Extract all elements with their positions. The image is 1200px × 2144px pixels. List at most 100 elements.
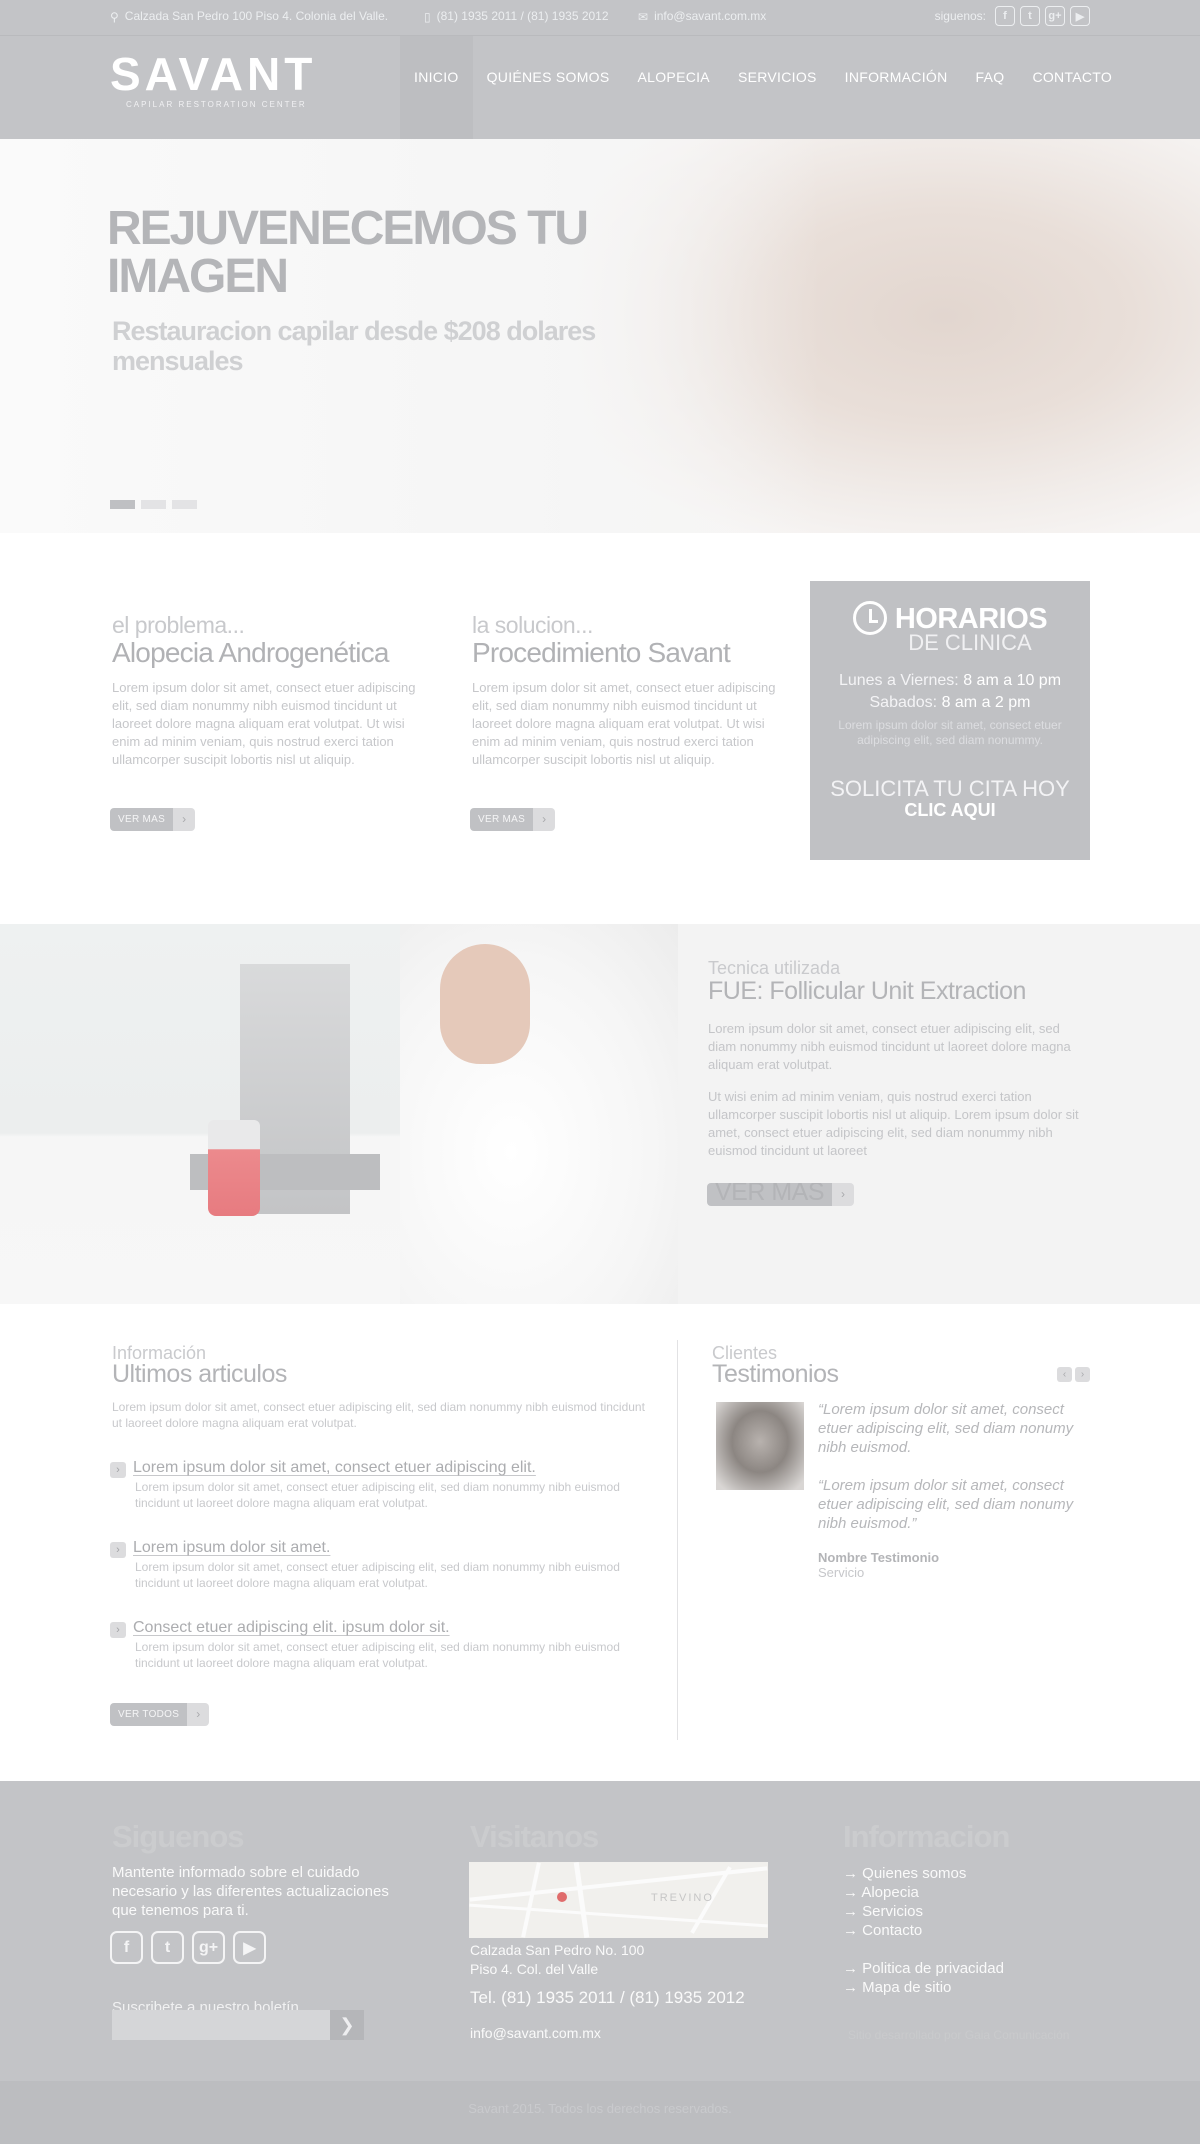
location-map[interactable]: TREVINO xyxy=(469,1862,768,1938)
slider-dot-3[interactable] xyxy=(172,500,197,509)
solution-more-button[interactable]: VER MAS › xyxy=(470,808,556,831)
location-pin-icon: ⚲ xyxy=(110,10,119,24)
weekday-hours: Lunes a Viernes: 8 am a 10 pm xyxy=(838,672,1062,689)
footer-follow-title: Siguenos xyxy=(112,1819,245,1854)
testimonial-avatar xyxy=(716,1402,804,1490)
twitter-icon[interactable]: t xyxy=(1020,6,1040,26)
footer-visit-title: Visitanos xyxy=(470,1819,599,1854)
article-desc: Lorem ipsum dolor sit amet, consect etue… xyxy=(135,1640,620,1670)
nav-servicios[interactable]: SERVICIOS xyxy=(724,36,831,139)
article-desc: Lorem ipsum dolor sit amet, consect etue… xyxy=(135,1560,620,1590)
chevron-right-icon[interactable]: › xyxy=(173,808,196,831)
technique-more-button[interactable]: VER MAS › xyxy=(707,1183,855,1206)
footer-link-servicios[interactable]: Servicios xyxy=(843,1902,1004,1921)
all-articles-button[interactable]: VER TODOS › xyxy=(110,1703,210,1726)
chevron-right-icon: › xyxy=(110,1462,126,1478)
address-text: Calzada San Pedro 100 Piso 4. Colonia de… xyxy=(124,9,389,23)
logo-name[interactable]: SAVANT xyxy=(110,50,316,98)
email-text[interactable]: info@savant.com.mx xyxy=(654,9,766,23)
technique-kicker: Tecnica utilizada xyxy=(708,958,841,978)
nav-inicio[interactable]: INICIO xyxy=(400,36,473,139)
twitter-icon[interactable]: t xyxy=(151,1931,184,1964)
copyright-bar: Savant 2015. Todos los derechos reservad… xyxy=(0,2081,1200,2144)
testimonial-service: Servicio xyxy=(818,1565,865,1580)
footer-address-1: Calzada San Pedro No. 100 xyxy=(470,1942,645,1958)
youtube-icon[interactable]: ▶ xyxy=(233,1931,266,1964)
footer-email[interactable]: info@savant.com.mx xyxy=(470,2024,601,2043)
nav-informacion[interactable]: INFORMACIÓN xyxy=(831,36,962,139)
scientist-head xyxy=(440,944,530,1064)
email-info[interactable]: ✉ info@savant.com.mx xyxy=(638,9,766,24)
hero-slider: REJUVENECEMOS TU IMAGEN Restauracion cap… xyxy=(0,139,1200,533)
button-label[interactable]: VER TODOS xyxy=(110,1703,188,1726)
facebook-icon[interactable]: f xyxy=(110,1931,143,1964)
footer-follow-text: Mantente informado sobre el cuidado nece… xyxy=(112,1864,389,1919)
problem-more-button[interactable]: VER MAS › xyxy=(110,808,196,831)
chevron-right-icon[interactable]: › xyxy=(832,1183,855,1206)
social-label: siguenos: xyxy=(934,9,986,23)
hero-image xyxy=(560,139,1200,533)
articles-title: Ultimos articulos xyxy=(112,1360,287,1388)
slider-dot-2[interactable] xyxy=(141,500,166,509)
schedule-box: HORARIOS DE CLINICA Lunes a Viernes: 8 a… xyxy=(810,581,1090,860)
footer-link-alopecia[interactable]: Alopecia xyxy=(843,1883,1004,1902)
newsletter-submit-button[interactable]: ❯ xyxy=(330,2010,364,2040)
article-link[interactable]: Lorem ipsum dolor sit amet. xyxy=(133,1539,650,1557)
youtube-icon[interactable]: ▶ xyxy=(1070,6,1090,26)
testimonial-name: Nombre Testimonio xyxy=(818,1550,940,1565)
hero-subtitle: Restauracion capilar desde $208 dolares … xyxy=(112,316,596,376)
main-nav: INICIO QUIÉNES SOMOS ALOPECIA SERVICIOS … xyxy=(400,36,1126,139)
technique-section: Tecnica utilizada FUE: Follicular Unit E… xyxy=(0,924,1200,1304)
facebook-icon[interactable]: f xyxy=(995,6,1015,26)
button-label[interactable]: VER MAS xyxy=(110,808,174,831)
technique-text: Tecnica utilizada FUE: Follicular Unit E… xyxy=(708,958,1088,1160)
site-header: SAVANT CAPILAR RESTORATION CENTER INICIO… xyxy=(0,36,1200,139)
saturday-hours: Sabados: 8 am a 2 pm xyxy=(869,694,1031,711)
chevron-right-icon: › xyxy=(110,1622,126,1638)
logo[interactable]: SAVANT CAPILAR RESTORATION CENTER xyxy=(110,50,316,109)
address-info: ⚲ Calzada San Pedro 100 Piso 4. Colonia d… xyxy=(110,9,388,24)
top-bar: ⚲ Calzada San Pedro 100 Piso 4. Colonia d… xyxy=(0,0,1200,36)
google-plus-icon[interactable]: g+ xyxy=(1045,6,1065,26)
lab-image xyxy=(0,924,678,1304)
google-plus-icon[interactable]: g+ xyxy=(192,1931,225,1964)
chevron-right-icon[interactable]: › xyxy=(533,808,556,831)
mail-icon: ✉ xyxy=(638,10,649,24)
article-link[interactable]: Consect etuer adipiscing elit. ipsum dol… xyxy=(133,1619,650,1637)
footer-links: Quienes somos Alopecia Servicios Contact… xyxy=(843,1864,1004,1997)
footer-link-privacidad[interactable]: Politica de privacidad xyxy=(843,1959,1004,1978)
footer-link-contacto[interactable]: Contacto xyxy=(843,1921,1004,1940)
top-social-links: siguenos: f t g+ ▶ xyxy=(935,6,1090,26)
chevron-right-icon[interactable]: › xyxy=(187,1703,210,1726)
copyright-text: Savant 2015. Todos los derechos reservad… xyxy=(468,2101,732,2116)
chevron-right-icon[interactable]: › xyxy=(1075,1367,1090,1382)
footer-link-quienes-somos[interactable]: Quienes somos xyxy=(843,1864,1004,1883)
button-label[interactable]: VER MAS xyxy=(707,1183,833,1206)
nav-quienes-somos[interactable]: QUIÉNES SOMOS xyxy=(473,36,624,139)
slider-dot-1[interactable] xyxy=(110,500,135,509)
articles-header: Información Ultimos articulos Lorem ipsu… xyxy=(112,1343,652,1431)
technique-p1: Lorem ipsum dolor sit amet, consect etue… xyxy=(708,1021,1071,1072)
testimonial-quote: “Lorem ipsum dolor sit amet, consect etu… xyxy=(818,1401,1074,1456)
chevron-left-icon[interactable]: ‹ xyxy=(1057,1367,1072,1382)
newsletter-email-input[interactable] xyxy=(112,2010,330,2040)
button-label[interactable]: VER MAS xyxy=(470,808,534,831)
technique-title: FUE: Follicular Unit Extraction xyxy=(708,977,1026,1005)
article-link[interactable]: Lorem ipsum dolor sit amet, consect etue… xyxy=(133,1459,650,1477)
appointment-cta-click[interactable]: CLIC AQUI xyxy=(810,800,1090,821)
footer-phone: Tel. (81) 1935 2011 / (81) 1935 2012 xyxy=(470,1988,745,2007)
map-pin-icon xyxy=(557,1892,567,1902)
nav-alopecia[interactable]: ALOPECIA xyxy=(624,36,724,139)
footer-link-mapa[interactable]: Mapa de sitio xyxy=(843,1978,1004,1997)
section-divider xyxy=(677,1340,678,1740)
solution-title: Procedimiento Savant xyxy=(472,637,731,668)
appointment-cta[interactable]: SOLICITA TU CITA HOY xyxy=(810,776,1090,802)
footer-credits[interactable]: Sitio desarrollado por Gaia Comunicación xyxy=(848,2028,1069,2042)
slider-dots xyxy=(110,500,197,509)
footer-address-2: Piso 4. Col. del Valle xyxy=(470,1961,599,1977)
nav-contacto[interactable]: CONTACTO xyxy=(1018,36,1126,139)
article-item: › Lorem ipsum dolor sit amet, consect et… xyxy=(110,1459,650,1511)
clock-icon xyxy=(852,601,887,635)
nav-faq[interactable]: FAQ xyxy=(962,36,1019,139)
hero-title: REJUVENECEMOS TU IMAGEN xyxy=(107,202,589,303)
